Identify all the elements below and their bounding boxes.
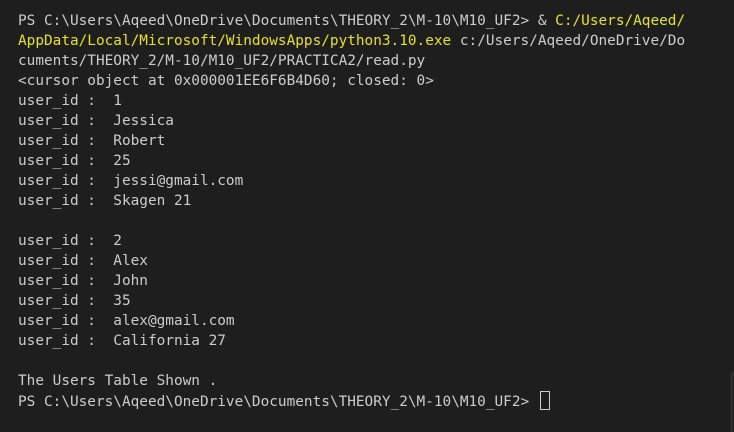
python-exe-path-end: AppData/Local/Microsoft/WindowsApps/pyth… [18, 33, 452, 49]
prompt-text: PS C:\Users\Aqeed\OneDrive\Documents\THE… [18, 13, 538, 29]
command-line-1: PS C:\Users\Aqeed\OneDrive\Documents\THE… [18, 11, 734, 31]
script-path-start: c:/Users/Aqeed/OneDrive/Do [451, 33, 686, 49]
terminal-panel[interactable]: PS C:\Users\Aqeed\OneDrive\Documents\THE… [0, 0, 734, 432]
output-line: user_id : 35 [18, 293, 131, 309]
final-prompt-line[interactable]: PS C:\Users\Aqeed\OneDrive\Documents\THE… [18, 391, 734, 411]
final-prompt-text: PS C:\Users\Aqeed\OneDrive\Documents\THE… [18, 394, 538, 410]
script-path-end: cuments/THEORY_2/M-10/M10_UF2/PRACTICA2/… [18, 53, 426, 69]
call-operator: & [537, 13, 556, 29]
command-line-2: AppData/Local/Microsoft/WindowsApps/pyth… [18, 31, 734, 51]
output-line: user_id : 2 [18, 233, 122, 249]
footer-message: The Users Table Shown . [18, 373, 218, 389]
command-line-3: cuments/THEORY_2/M-10/M10_UF2/PRACTICA2/… [18, 51, 734, 71]
python-exe-path-start: C:/Users/Aqeed/ [555, 13, 686, 29]
output-line: user_id : jessi@gmail.com [18, 173, 244, 189]
output-line: user_id : 1 [18, 93, 122, 109]
cursor-object-output: <cursor object at 0x000001EE6F6B4D60; cl… [18, 73, 434, 89]
output-line: user_id : John [18, 273, 148, 289]
text-cursor [539, 391, 550, 410]
output-line: user_id : Alex [18, 253, 148, 269]
scrollbar-thumb[interactable] [730, 372, 734, 432]
output-line: user_id : alex@gmail.com [18, 313, 235, 329]
output-line: user_id : Robert [18, 133, 166, 149]
output-line: user_id : 25 [18, 153, 131, 169]
output-line: user_id : Jessica [18, 113, 174, 129]
output-line: user_id : California 27 [18, 333, 226, 349]
output-line: user_id : Skagen 21 [18, 193, 192, 209]
